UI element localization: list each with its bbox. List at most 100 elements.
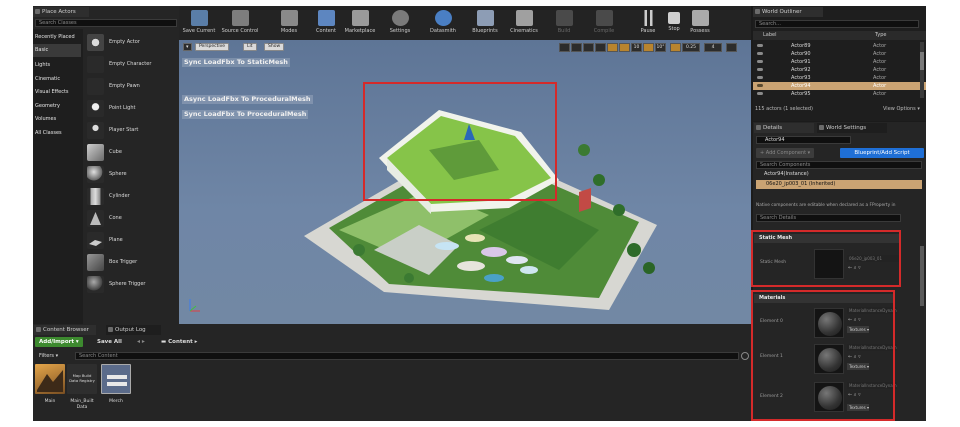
transform-rotate-button[interactable] xyxy=(571,43,582,52)
category-lights[interactable]: Lights xyxy=(33,59,81,72)
category-recently-placed[interactable]: Recently Placed xyxy=(33,31,81,44)
add-component-button[interactable]: + Add Component ▾ xyxy=(756,148,815,158)
filters-button[interactable]: Filters ▾ xyxy=(35,352,62,360)
eye-icon[interactable] xyxy=(757,92,763,95)
grid-snap-button[interactable] xyxy=(619,43,630,52)
outliner-search-input[interactable]: Search... xyxy=(755,20,919,28)
eye-icon[interactable] xyxy=(757,76,763,79)
outliner-row[interactable]: Actor95 Actor xyxy=(753,90,926,98)
search-components-input[interactable]: Search Components xyxy=(756,161,922,169)
content-button[interactable]: Content xyxy=(312,10,340,42)
actor-cube[interactable]: Cube xyxy=(85,142,178,163)
save-all-button[interactable]: Save All xyxy=(93,337,126,347)
actor-plane[interactable]: Plane xyxy=(85,230,178,251)
actor-empty-actor[interactable]: Empty Actor xyxy=(85,32,178,53)
actor-cone[interactable]: Cone xyxy=(85,208,178,229)
actor-sphere[interactable]: Sphere xyxy=(85,164,178,185)
pawn-icon xyxy=(87,78,104,95)
compile-button[interactable]: Compile xyxy=(589,10,619,42)
grid-snap-value[interactable]: 10 xyxy=(631,43,642,52)
category-cinematic[interactable]: Cinematic xyxy=(33,73,81,86)
tab-place-actors[interactable]: Place Actors xyxy=(33,7,89,17)
eye-icon[interactable] xyxy=(757,84,763,87)
tab-world-settings[interactable]: World Settings xyxy=(817,123,887,133)
cinematics-button[interactable]: Cinematics xyxy=(507,10,541,42)
category-visual-effects[interactable]: Visual Effects xyxy=(33,86,81,99)
outliner-row-selected[interactable]: Actor94 Actor xyxy=(753,82,926,90)
category-all-classes[interactable]: All Classes xyxy=(33,127,81,140)
history-arrows[interactable]: ◂ ▸ xyxy=(137,338,145,345)
modes-icon xyxy=(280,10,298,26)
blueprints-button[interactable]: Blueprints xyxy=(469,10,501,42)
blueprint-add-script-button[interactable]: Blueprint/Add Script xyxy=(840,148,924,158)
content-search-input[interactable]: Search Content xyxy=(75,352,739,360)
add-import-button[interactable]: Add/Import ▾ xyxy=(35,337,83,347)
component-mesh-row[interactable]: 06e20_jp003_01 (Inherited) xyxy=(756,180,922,189)
datasmith-button[interactable]: Datasmith xyxy=(426,10,460,42)
scale-snap-value[interactable]: 0.25 xyxy=(682,43,700,52)
save-current-button[interactable]: Save Current xyxy=(182,10,216,42)
tab-output-log[interactable]: Output Log xyxy=(106,325,161,335)
search-classes-input[interactable]: Search Classes xyxy=(35,19,177,27)
build-button[interactable]: Build xyxy=(551,10,577,42)
outliner-row[interactable]: Actor92 Actor xyxy=(753,66,926,74)
asset-thumbnail-built-data[interactable]: Map Build Data Registry xyxy=(67,364,97,394)
details-scrollbar[interactable] xyxy=(920,246,924,306)
pause-button[interactable]: Pause xyxy=(637,10,659,42)
outliner-row[interactable]: Actor90 Actor xyxy=(753,50,926,58)
world-local-toggle[interactable] xyxy=(595,43,606,52)
possess-button[interactable]: Possess xyxy=(687,10,713,42)
tab-world-outliner[interactable]: World Outliner xyxy=(753,7,823,17)
category-volumes[interactable]: Volumes xyxy=(33,113,81,126)
actor-point-light[interactable]: Point Light xyxy=(85,98,178,119)
tab-content-browser[interactable]: Content Browser xyxy=(34,325,96,335)
rotation-snap-value[interactable]: 10° xyxy=(655,43,666,52)
tab-details[interactable]: Details xyxy=(754,123,814,133)
outliner-scrollbar[interactable] xyxy=(920,42,924,98)
outliner-row[interactable]: Actor93 Actor xyxy=(753,74,926,82)
settings-button[interactable]: Settings xyxy=(386,10,414,42)
eye-icon[interactable] xyxy=(757,68,763,71)
transform-scale-button[interactable] xyxy=(583,43,594,52)
category-geometry[interactable]: Geometry xyxy=(33,100,81,113)
asset-thumbnail-selected[interactable] xyxy=(101,364,131,394)
eye-icon[interactable] xyxy=(757,60,763,63)
actor-name-field[interactable]: Actor94 xyxy=(756,136,851,144)
rotation-snap-button[interactable] xyxy=(643,43,654,52)
stop-button[interactable]: Stop xyxy=(663,10,685,42)
eye-icon[interactable] xyxy=(757,52,763,55)
perspective-button[interactable]: Perspective xyxy=(195,43,230,51)
camera-speed-button[interactable]: 4 xyxy=(704,43,722,52)
actor-empty-pawn[interactable]: Empty Pawn xyxy=(85,76,178,97)
light-bulb-icon xyxy=(87,100,104,117)
search-icon[interactable] xyxy=(741,352,749,360)
modes-button[interactable]: Modes xyxy=(274,10,304,42)
show-button[interactable]: Show xyxy=(264,43,285,51)
component-instance-row[interactable]: Actor94(Instance) xyxy=(756,170,922,178)
actor-box-trigger[interactable]: Box Trigger xyxy=(85,252,178,273)
search-details-input[interactable]: Search Details xyxy=(756,214,901,222)
lit-button[interactable]: Lit xyxy=(243,43,257,51)
marketplace-button[interactable]: Marketplace xyxy=(342,10,378,42)
actor-sphere-trigger[interactable]: Sphere Trigger xyxy=(85,274,178,295)
outliner-row[interactable]: Actor89 Actor xyxy=(753,42,926,50)
pause-icon xyxy=(639,10,657,26)
view-options-button[interactable]: View Options ▾ xyxy=(883,106,920,112)
sphere-trigger-icon xyxy=(87,276,104,293)
plane-icon xyxy=(87,232,104,249)
scale-snap-button[interactable] xyxy=(670,43,681,52)
maximize-viewport-button[interactable] xyxy=(726,43,737,52)
asset-thumbnail-main[interactable] xyxy=(35,364,65,394)
actor-cylinder[interactable]: Cylinder xyxy=(85,186,178,207)
source-control-button[interactable]: Source Control xyxy=(220,10,260,42)
actor-player-start[interactable]: Player Start xyxy=(85,120,178,141)
transform-translate-button[interactable] xyxy=(559,43,570,52)
content-path-breadcrumb[interactable]: ▬ Content ▸ xyxy=(161,337,197,347)
viewport-options-button[interactable]: ▾ xyxy=(183,43,192,51)
outliner-row[interactable]: Actor91 Actor xyxy=(753,58,926,66)
surface-snap-button[interactable] xyxy=(607,43,618,52)
eye-icon[interactable] xyxy=(757,44,763,47)
actor-empty-character[interactable]: Empty Character xyxy=(85,54,178,75)
category-basic[interactable]: Basic xyxy=(33,44,81,57)
character-icon xyxy=(87,56,104,73)
